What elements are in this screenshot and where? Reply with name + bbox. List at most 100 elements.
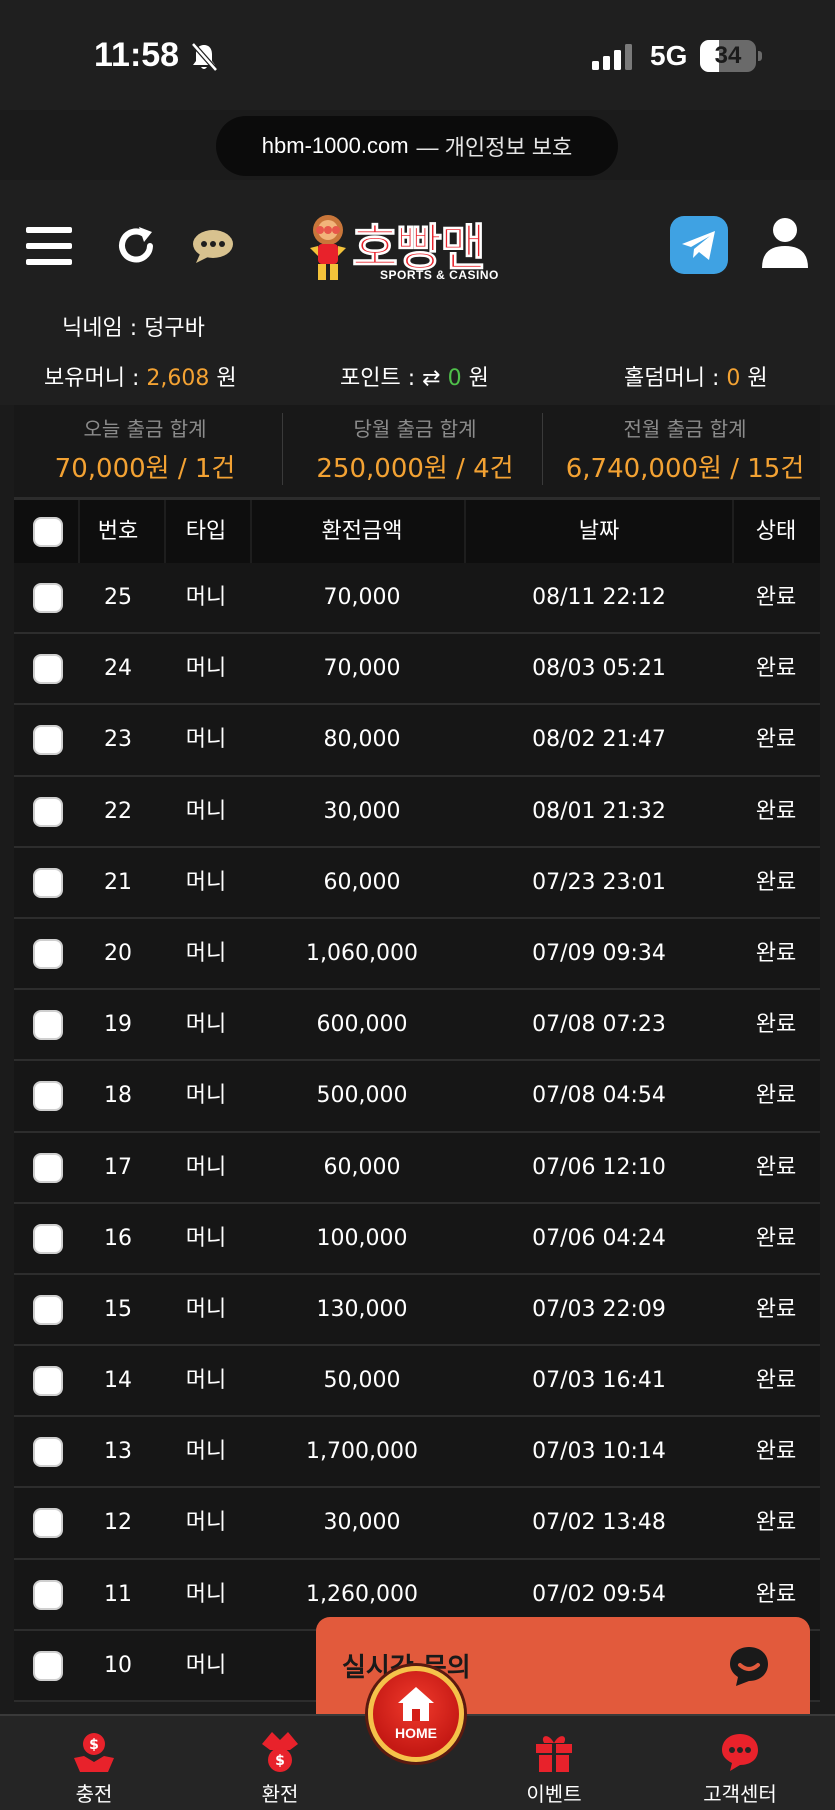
summary-prev-month-value: 6,740,000원 / 15건	[565, 454, 805, 484]
cell-status: 완료	[755, 1510, 797, 1536]
row-checkbox[interactable]	[33, 1579, 63, 1610]
table-row[interactable]: 16 머니 100,000 07/06 04:24 완료	[14, 1203, 820, 1275]
row-checkbox[interactable]	[33, 1508, 63, 1539]
row-checkbox[interactable]	[33, 1152, 63, 1183]
cell-number: 21	[104, 869, 132, 895]
cell-status: 완료	[755, 1083, 797, 1109]
site-header: 호빵맨 SPORTS & CASINO 닉네임 : 덩구바 보유머니 : 2,6…	[0, 180, 835, 405]
cell-date: 07/08 07:23	[532, 1012, 666, 1038]
summary-today-label: 오늘 출금 합계	[83, 417, 207, 441]
row-checkbox[interactable]	[33, 1437, 63, 1468]
svg-text:$: $	[275, 1753, 285, 1769]
row-checkbox[interactable]	[33, 1366, 63, 1397]
summary-prev-month: 전월 출금 합계 6,740,000원 / 15건	[550, 405, 820, 497]
cell-status: 완료	[755, 940, 797, 966]
refresh-icon[interactable]	[114, 224, 158, 268]
cell-date: 07/02 13:48	[532, 1510, 666, 1536]
table-row[interactable]: 22 머니 30,000 08/01 21:32 완료	[14, 776, 820, 848]
svg-text:$: $	[89, 1737, 99, 1753]
cell-number: 20	[104, 940, 132, 966]
battery-percent: 34	[714, 42, 742, 69]
bell-off-icon	[191, 42, 218, 72]
network-type: 5G	[650, 40, 688, 71]
mascot-icon	[310, 215, 346, 280]
swap-icon[interactable]: ⇄	[422, 366, 440, 391]
table-row[interactable]: 19 머니 600,000 07/08 07:23 완료	[14, 990, 820, 1062]
table-header: 번호 타입 환전금액 날짜 상태	[14, 497, 820, 563]
table-row[interactable]: 24 머니 70,000 08/03 05:21 완료	[14, 634, 820, 706]
cell-number: 12	[104, 1510, 132, 1536]
cell-type: 머니	[185, 727, 227, 753]
cell-number: 13	[104, 1439, 132, 1465]
chat-icon[interactable]	[192, 228, 234, 264]
status-time: 11:58	[94, 36, 180, 74]
header-date: 날짜	[578, 519, 620, 544]
cell-date: 07/06 12:10	[532, 1154, 666, 1180]
summary-month-label: 당월 출금 합계	[353, 417, 477, 441]
point-balance[interactable]: 포인트 : ⇄ 0 원	[340, 360, 489, 392]
nav-deposit-label: 충전	[75, 1782, 113, 1806]
nav-event[interactable]: 이벤트	[494, 1716, 614, 1810]
holdem-value: 0	[726, 366, 741, 391]
row-checkbox[interactable]	[33, 1081, 63, 1112]
row-checkbox[interactable]	[33, 796, 63, 827]
cell-type: 머니	[185, 1581, 227, 1607]
nav-support[interactable]: 고객센터	[680, 1716, 800, 1810]
select-all-checkbox[interactable]	[33, 517, 63, 547]
cell-status: 완료	[755, 1439, 797, 1465]
cell-status: 완료	[755, 1225, 797, 1251]
row-checkbox[interactable]	[33, 1650, 63, 1681]
row-checkbox[interactable]	[33, 725, 63, 756]
cell-amount: 130,000	[316, 1296, 408, 1322]
point-unit: 원	[468, 366, 489, 391]
money-label: 보유머니 :	[44, 366, 140, 391]
cell-type: 머니	[185, 798, 227, 824]
header-status: 상태	[755, 519, 797, 544]
cell-amount: 500,000	[316, 1083, 408, 1109]
cell-date: 07/03 10:14	[532, 1439, 666, 1465]
row-checkbox[interactable]	[33, 1223, 63, 1254]
telegram-icon[interactable]	[670, 216, 728, 274]
summary-divider	[282, 413, 283, 485]
home-button[interactable]: HOME	[368, 1666, 464, 1762]
table-row[interactable]: 18 머니 500,000 07/08 04:54 완료	[14, 1061, 820, 1133]
user-icon[interactable]	[760, 216, 810, 270]
row-checkbox[interactable]	[33, 867, 63, 898]
row-checkbox[interactable]	[33, 938, 63, 969]
menu-icon[interactable]	[26, 225, 72, 267]
url-bar[interactable]: hbm-1000.com — 개인정보 보호	[216, 116, 618, 176]
table-row[interactable]: 14 머니 50,000 07/03 16:41 완료	[14, 1346, 820, 1418]
site-logo[interactable]: 호빵맨 SPORTS & CASINO	[306, 208, 530, 290]
cell-status: 완료	[755, 869, 797, 895]
table-body: 25 머니 70,000 08/11 22:12 완료 24 머니 70,000 08/03 0…	[14, 563, 820, 1702]
cell-date: 08/01 21:32	[532, 798, 666, 824]
cell-status: 완료	[755, 1296, 797, 1322]
cell-amount: 70,000	[323, 656, 401, 682]
cell-amount: 30,000	[323, 1510, 401, 1536]
cell-date: 07/06 04:24	[532, 1225, 666, 1251]
table-row[interactable]: 21 머니 60,000 07/23 23:01 완료	[14, 847, 820, 919]
cell-number: 14	[104, 1368, 132, 1394]
table-row[interactable]: 13 머니 1,700,000 07/03 10:14 완료	[14, 1417, 820, 1489]
row-checkbox[interactable]	[33, 1010, 63, 1041]
point-label: 포인트 :	[340, 366, 416, 391]
row-checkbox[interactable]	[33, 1294, 63, 1325]
cell-date: 08/03 05:21	[532, 656, 666, 682]
table-row[interactable]: 15 머니 130,000 07/03 22:09 완료	[14, 1274, 820, 1347]
nav-withdraw[interactable]: $ 환전	[220, 1716, 340, 1810]
table-row[interactable]: 12 머니 30,000 07/02 13:48 완료	[14, 1488, 820, 1560]
cell-amount: 70,000	[323, 585, 401, 610]
row-checkbox[interactable]	[33, 583, 63, 613]
cell-type: 머니	[185, 1368, 227, 1394]
home-icon	[398, 1687, 434, 1721]
cell-type: 머니	[185, 1225, 227, 1251]
table-row[interactable]: 23 머니 80,000 08/02 21:47 완료	[14, 705, 820, 777]
row-checkbox[interactable]	[33, 654, 63, 685]
cell-date: 08/02 21:47	[532, 727, 666, 753]
gift-icon	[536, 1736, 572, 1772]
table-row[interactable]: 25 머니 70,000 08/11 22:12 완료	[14, 563, 820, 635]
table-row[interactable]: 17 머니 60,000 07/06 12:10 완료	[14, 1132, 820, 1204]
withdraw-icon: $	[262, 1732, 298, 1772]
nav-deposit[interactable]: $ 충전	[34, 1716, 154, 1810]
table-row[interactable]: 20 머니 1,060,000 07/09 09:34 완료	[14, 918, 820, 991]
